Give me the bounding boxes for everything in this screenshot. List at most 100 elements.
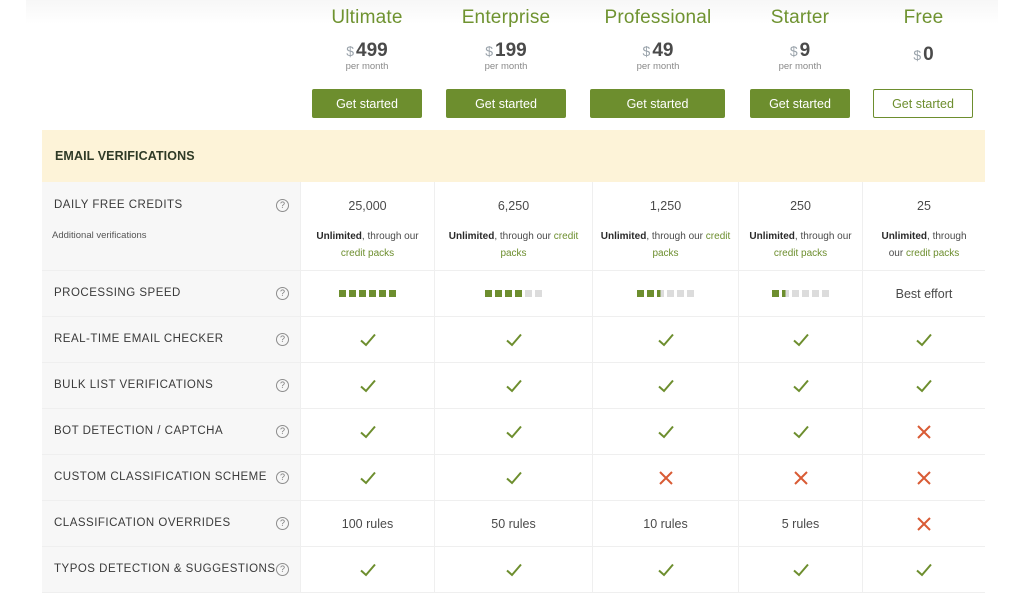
value-cell	[738, 547, 862, 592]
plan-enterprise: Enterprise $199 per month Get started	[434, 0, 578, 130]
plan-price: $499	[346, 40, 388, 61]
speed-bar	[485, 290, 492, 297]
value-cell	[738, 409, 862, 454]
credits-cell: 1,250 Unlimited, through our credit pack…	[592, 182, 738, 270]
value-text: 100 rules	[341, 516, 394, 531]
value-cell	[738, 455, 862, 500]
plan-period: per month	[636, 61, 680, 72]
feature-label: CLASSIFICATION OVERRIDES	[54, 517, 231, 529]
get-started-button-starter[interactable]: Get started	[750, 89, 850, 118]
value-cell	[300, 547, 434, 592]
get-started-button-ultimate[interactable]: Get started	[312, 89, 422, 118]
check-icon	[657, 377, 675, 395]
cross-icon	[916, 516, 932, 532]
credits-value: 25,000	[348, 199, 387, 213]
get-started-button-professional[interactable]: Get started	[590, 89, 725, 118]
check-icon	[792, 561, 810, 579]
credits-value: 1,250	[649, 199, 682, 213]
speed-bar	[792, 290, 799, 297]
check-icon	[359, 423, 377, 441]
speed-bar	[339, 290, 346, 297]
value-cell	[862, 363, 985, 408]
help-icon[interactable]: ?	[276, 471, 289, 484]
value-text: 50 rules	[491, 516, 536, 531]
value-cell	[862, 455, 985, 500]
plan-price: $0	[913, 44, 934, 65]
speed-bar	[505, 290, 512, 297]
value-cell	[434, 547, 592, 592]
speed-bar	[822, 290, 829, 297]
plan-free: Free $0 Get started	[862, 0, 985, 130]
feature-cell: BOT DETECTION / CAPTCHA?	[42, 409, 300, 454]
plan-professional: Professional $49 per month Get started	[578, 0, 738, 130]
credits-cell: 6,250 Unlimited, through our credit pack…	[434, 182, 592, 270]
speed-meter	[772, 290, 829, 297]
feature-cell: PROCESSING SPEED ?	[42, 271, 300, 316]
help-icon[interactable]: ?	[276, 287, 289, 300]
help-icon[interactable]: ?	[276, 333, 289, 346]
credit-packs-link[interactable]: credit packs	[774, 248, 827, 259]
feature-label: CUSTOM CLASSIFICATION SCHEME	[54, 471, 267, 483]
speed-bar	[369, 290, 376, 297]
value-cell	[738, 317, 862, 362]
value-cell	[434, 317, 592, 362]
help-icon[interactable]: ?	[276, 517, 289, 530]
value-text: 5 rules	[781, 516, 820, 531]
feature-cell: CUSTOM CLASSIFICATION SCHEME?	[42, 455, 300, 500]
feature-cell: BULK LIST VERIFICATIONS?	[42, 363, 300, 408]
speed-bar	[687, 290, 694, 297]
section-header-email-verifications: EMAIL VERIFICATIONS	[42, 130, 985, 182]
help-icon[interactable]: ?	[276, 199, 289, 212]
credits-note: Unlimited, through our credit packs	[448, 231, 579, 259]
table-row: BULK LIST VERIFICATIONS?	[42, 363, 985, 409]
speed-text: Best effort	[895, 286, 953, 301]
cross-icon	[916, 424, 932, 440]
speed-bar	[637, 290, 644, 297]
table-row: REAL-TIME EMAIL CHECKER?	[42, 317, 985, 363]
value-cell	[862, 501, 985, 546]
feature-cell: DAILY FREE CREDITS ? Additional verifica…	[42, 182, 300, 270]
value-cell	[300, 317, 434, 362]
feature-label: DAILY FREE CREDITS	[54, 199, 183, 211]
check-icon	[505, 561, 523, 579]
speed-cell	[300, 271, 434, 316]
check-icon	[657, 423, 675, 441]
plan-period: per month	[778, 61, 822, 72]
speed-bar	[495, 290, 502, 297]
credits-note: Unlimited, through our credit packs	[749, 231, 852, 259]
help-icon[interactable]: ?	[276, 425, 289, 438]
speed-bar	[782, 290, 789, 297]
speed-bar	[359, 290, 366, 297]
value-cell	[300, 409, 434, 454]
check-icon	[915, 561, 933, 579]
value-cell	[738, 363, 862, 408]
help-icon[interactable]: ?	[276, 563, 289, 576]
credit-packs-link[interactable]: credit packs	[341, 248, 394, 259]
check-icon	[359, 469, 377, 487]
get-started-button-free[interactable]: Get started	[873, 89, 973, 118]
cross-icon	[658, 470, 674, 486]
feature-label: BULK LIST VERIFICATIONS	[54, 379, 214, 391]
check-icon	[505, 423, 523, 441]
value-cell	[862, 409, 985, 454]
check-icon	[359, 377, 377, 395]
cross-icon	[916, 470, 932, 486]
value-cell	[300, 363, 434, 408]
value-cell	[300, 455, 434, 500]
check-icon	[915, 377, 933, 395]
check-icon	[915, 331, 933, 349]
speed-meter	[485, 290, 542, 297]
get-started-button-enterprise[interactable]: Get started	[446, 89, 566, 118]
plan-price: $9	[789, 40, 811, 61]
credit-packs-link[interactable]: credit packs	[906, 248, 959, 259]
feature-label: BOT DETECTION / CAPTCHA	[54, 425, 224, 437]
plan-name: Starter	[770, 7, 830, 28]
credits-note: Unlimited, through our credit packs	[316, 231, 419, 259]
value-cell	[592, 409, 738, 454]
plan-name: Free	[903, 7, 944, 28]
feature-cell: CLASSIFICATION OVERRIDES?	[42, 501, 300, 546]
check-icon	[792, 377, 810, 395]
credits-cell: 250 Unlimited, through our credit packs	[738, 182, 862, 270]
help-icon[interactable]: ?	[276, 379, 289, 392]
check-icon	[505, 331, 523, 349]
